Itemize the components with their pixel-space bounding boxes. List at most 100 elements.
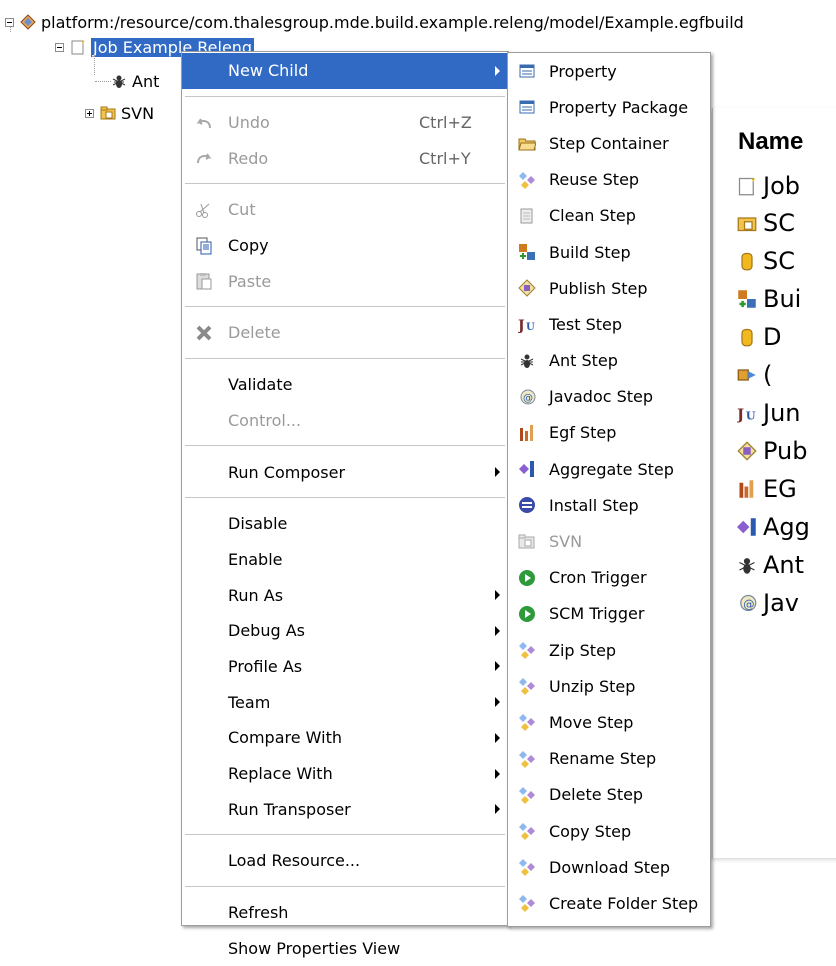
submenu-rename-step[interactable]: Rename Step <box>508 741 710 777</box>
menu-run-transposer[interactable]: Run Transposer <box>182 791 508 827</box>
properties-row[interactable]: SC <box>737 208 795 238</box>
aggregate-icon <box>737 518 756 536</box>
submenu-build-step[interactable]: Build Step <box>508 234 710 270</box>
menu-item-label: Egf Step <box>549 423 617 443</box>
tree-child-ant[interactable]: Ant <box>111 70 159 92</box>
menu-separator <box>185 95 505 97</box>
menu-team[interactable]: Team <box>182 684 508 720</box>
menu-item-label: Unzip Step <box>549 676 636 696</box>
menu-item-label: Load Resource... <box>228 851 361 871</box>
submenu-move-step[interactable]: Move Step <box>508 704 710 740</box>
publish-step-icon <box>518 279 536 297</box>
menu-refresh[interactable]: Refresh <box>182 895 508 931</box>
submenu-ant-step[interactable]: Ant Step <box>508 343 710 379</box>
menu-redo[interactable]: Redo Ctrl+Y <box>182 140 508 176</box>
properties-row[interactable]: D <box>737 322 781 352</box>
submenu-egf-step[interactable]: Egf Step <box>508 415 710 451</box>
properties-row[interactable]: SC <box>737 246 795 276</box>
menu-item-label: Property Package <box>549 97 689 117</box>
menu-item-label: Run As <box>228 585 284 605</box>
properties-row[interactable]: ( <box>737 360 772 390</box>
menu-item-label: Debug As <box>228 621 305 641</box>
submenu-zip-step[interactable]: Zip Step <box>508 632 710 668</box>
properties-view: Name Job SC SC Bui D ( JU Jun Pub EG Agg <box>712 108 836 858</box>
menu-show-properties-view[interactable]: Show Properties View <box>182 930 508 966</box>
svn-folder-icon <box>100 106 116 120</box>
menu-copy[interactable]: Copy <box>182 228 508 264</box>
collapse-toggle[interactable] <box>55 42 64 52</box>
menu-delete[interactable]: Delete <box>182 315 508 351</box>
menu-validate[interactable]: Validate <box>182 367 508 403</box>
build-step-icon <box>738 290 756 308</box>
submenu-publish-step[interactable]: Publish Step <box>508 270 710 306</box>
properties-row[interactable]: Agg <box>737 512 810 542</box>
menu-item-label: Move Step <box>549 712 634 732</box>
svg-text:@: @ <box>523 393 533 404</box>
menu-item-label: Run Transposer <box>228 799 351 819</box>
menu-enable[interactable]: Enable <box>182 542 508 578</box>
menu-disable[interactable]: Disable <box>182 506 508 542</box>
tree-child-svn[interactable]: SVN <box>85 102 154 124</box>
svn-folder-icon <box>518 534 535 549</box>
properties-row[interactable]: Job <box>737 171 800 201</box>
properties-row[interactable]: @ Jav <box>737 588 799 618</box>
menu-run-composer[interactable]: Run Composer <box>182 454 508 490</box>
tree-child-label: SVN <box>121 103 155 123</box>
menu-item-label: Compare With <box>228 728 342 748</box>
menu-item-label: Disable <box>228 514 288 534</box>
menu-item-label: Download Step <box>549 857 671 877</box>
menu-item-label: Delete Step <box>549 785 644 805</box>
menu-control[interactable]: Control... <box>182 403 508 439</box>
submenu-step-container[interactable]: Step Container <box>508 125 710 161</box>
menu-run-as[interactable]: Run As <box>182 577 508 613</box>
ant-icon <box>112 75 126 88</box>
menu-debug-as[interactable]: Debug As <box>182 613 508 649</box>
submenu-property[interactable]: Property <box>508 53 710 89</box>
collapse-toggle[interactable] <box>5 17 14 27</box>
reuse-step-icon <box>519 171 535 189</box>
properties-row-text: SC <box>763 247 795 275</box>
trigger-icon <box>519 605 535 622</box>
menu-load-resource[interactable]: Load Resource... <box>182 843 508 879</box>
copy-icon <box>196 237 212 255</box>
submenu-arrow-icon <box>495 661 500 672</box>
step-container-icon <box>518 138 536 151</box>
menu-undo[interactable]: Undo Ctrl+Z <box>182 105 508 141</box>
menu-separator <box>185 445 505 447</box>
properties-row[interactable]: JU Jun <box>737 398 801 428</box>
ant-icon <box>520 354 534 368</box>
menu-item-label: Redo <box>228 148 269 168</box>
submenu-create-folder-step[interactable]: Create Folder Step <box>508 885 710 921</box>
submenu-javadoc-step[interactable]: @ Javadoc Step <box>508 379 710 415</box>
submenu-unzip-step[interactable]: Unzip Step <box>508 668 710 704</box>
expand-toggle[interactable] <box>85 108 94 118</box>
clean-step-icon <box>520 208 533 224</box>
menu-cut[interactable]: Cut <box>182 192 508 228</box>
submenu-svn[interactable]: SVN <box>508 523 710 559</box>
submenu-aggregate-step[interactable]: Aggregate Step <box>508 451 710 487</box>
submenu-copy-step[interactable]: Copy Step <box>508 813 710 849</box>
menu-item-label: Refresh <box>228 903 289 923</box>
tree-root-row[interactable]: platform:/resource/com.thalesgroup.mde.b… <box>5 11 744 33</box>
submenu-scm-trigger[interactable]: SCM Trigger <box>508 596 710 632</box>
menu-item-label: Undo <box>228 113 270 133</box>
submenu-arrow-icon <box>495 804 500 815</box>
properties-row[interactable]: Pub <box>737 436 808 466</box>
menu-profile-as[interactable]: Profile As <box>182 649 508 685</box>
menu-new-child[interactable]: New Child <box>182 53 508 89</box>
submenu-cron-trigger[interactable]: Cron Trigger <box>508 560 710 596</box>
submenu-download-step[interactable]: Download Step <box>508 849 710 885</box>
properties-row[interactable]: Ant <box>737 550 804 580</box>
menu-item-label: Publish Step <box>549 278 648 298</box>
submenu-property-package[interactable]: Property Package <box>508 89 710 125</box>
submenu-clean-step[interactable]: Clean Step <box>508 198 710 234</box>
submenu-install-step[interactable]: Install Step <box>508 487 710 523</box>
menu-replace-with[interactable]: Replace With <box>182 756 508 792</box>
properties-row[interactable]: EG <box>737 474 797 504</box>
submenu-test-step[interactable]: JU Test Step <box>508 306 710 342</box>
submenu-delete-step[interactable]: Delete Step <box>508 777 710 813</box>
menu-compare-with[interactable]: Compare With <box>182 720 508 756</box>
properties-row[interactable]: Bui <box>737 284 801 314</box>
submenu-reuse-step[interactable]: Reuse Step <box>508 162 710 198</box>
menu-paste[interactable]: Paste <box>182 263 508 299</box>
